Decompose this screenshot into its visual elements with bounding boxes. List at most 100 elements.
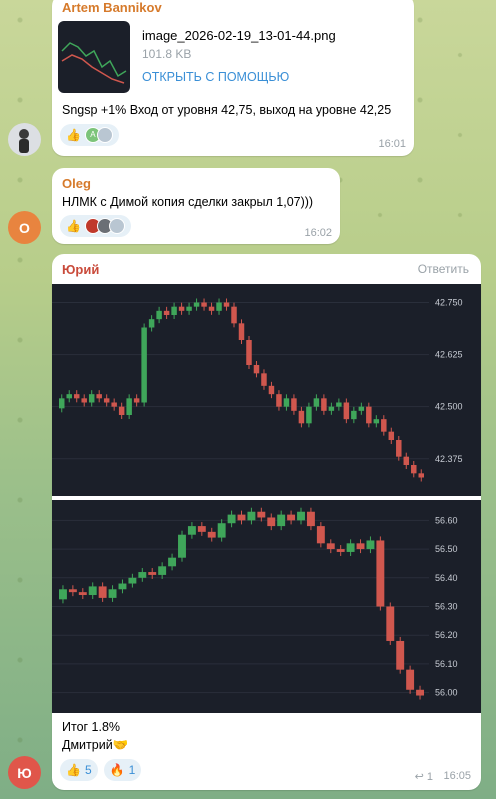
replies-indicator[interactable]: ↩ 1 (415, 770, 433, 783)
candle-body (343, 402, 350, 420)
reactor-avatar (108, 218, 125, 234)
candle-body (267, 517, 276, 527)
candle-body (351, 410, 357, 420)
message-time: 16:05 (443, 770, 471, 782)
candle-body (81, 398, 87, 403)
file-size: 101.8 KB (142, 47, 192, 61)
candle-body (246, 340, 252, 365)
candle-body (178, 306, 185, 311)
candle-body (373, 419, 380, 424)
candle-body (366, 540, 375, 550)
reply-button[interactable]: Ответить (418, 262, 469, 276)
candle-body (66, 394, 72, 399)
candle-body (237, 514, 246, 521)
candle-body (283, 398, 290, 407)
y-tick-label: 42.750 (435, 298, 463, 308)
candle-body (208, 306, 215, 311)
y-tick-label: 56.60 (435, 515, 458, 525)
candle-body (268, 385, 275, 395)
candle-body (68, 589, 77, 593)
candle-body (406, 669, 415, 690)
y-tick-label: 56.20 (435, 630, 458, 640)
sender-name[interactable]: Artem Bannikov (62, 0, 162, 15)
message-bubble-artem[interactable]: Artem Bannikov image_2026-02-19_13-01-44… (52, 0, 414, 156)
chart-nlmk[interactable]: 56.60 56.50 56.40 56.30 56.20 56.10 56.00 (52, 500, 481, 713)
candle-body (316, 526, 325, 544)
candle-body (216, 302, 222, 311)
avatar-yuri[interactable]: Ю (8, 756, 41, 789)
candle-body (287, 514, 296, 521)
candle-body (138, 572, 147, 578)
candle-body (276, 394, 282, 407)
message-bubble-oleg[interactable]: Oleg НЛМК с Димой копия сделки закрыл 1,… (52, 168, 340, 244)
candle-body (231, 306, 237, 324)
reaction-thumbs-up[interactable]: 👍 5 (60, 759, 98, 781)
candle-body (396, 440, 402, 457)
candle-body (381, 419, 387, 432)
reactions-row: 👍 5 🔥 1 (60, 759, 142, 781)
candle-body (207, 531, 216, 538)
candle-body (298, 410, 305, 424)
candle-body (163, 310, 170, 315)
candle-body (388, 431, 395, 440)
sender-name[interactable]: Юрий (62, 262, 99, 277)
candle-body (223, 302, 230, 307)
candle-body (178, 534, 186, 558)
candle-body (321, 398, 327, 411)
candle-body (168, 557, 177, 567)
sender-name[interactable]: Oleg (62, 176, 91, 191)
candle-body (148, 319, 155, 328)
candle-body (111, 402, 117, 407)
candle-body (257, 511, 266, 518)
candle-body (96, 394, 102, 399)
candle-body (376, 540, 385, 607)
candle-body (326, 543, 335, 550)
candle-body (88, 394, 95, 403)
candle-body (59, 589, 67, 600)
message-text: НЛМК с Димой копия сделки закрыл 1,07))) (62, 195, 314, 209)
candle-body (346, 543, 355, 552)
candle-body (416, 689, 424, 696)
candle-body (78, 592, 87, 596)
y-tick-label: 56.50 (435, 544, 458, 554)
file-name[interactable]: image_2026-02-19_13-01-44.png (142, 28, 336, 43)
file-thumbnail[interactable] (58, 21, 130, 93)
candlestick-chart: 56.60 56.50 56.40 56.30 56.20 56.10 56.00 (52, 507, 458, 700)
candle-body (217, 523, 226, 538)
y-tick-label: 56.30 (435, 602, 458, 612)
fire-icon: 🔥 (109, 763, 125, 777)
y-tick-label: 42.500 (435, 402, 463, 412)
candle-body (108, 589, 117, 598)
candle-body (291, 398, 297, 411)
candle-body (156, 310, 162, 320)
candle-body (261, 373, 267, 386)
candle-body (306, 511, 315, 527)
candle-body (306, 406, 312, 424)
candle-body (277, 514, 286, 527)
reactions-row: 👍 (60, 215, 131, 237)
candle-body (193, 302, 200, 307)
reaction-thumbs-up[interactable]: 👍 (60, 215, 131, 237)
avatar-artem[interactable] (8, 123, 41, 156)
candle-body (247, 511, 256, 521)
candle-body (118, 406, 125, 415)
reaction-thumbs-up[interactable]: 👍 A (60, 124, 119, 146)
avatar-oleg[interactable]: O (8, 211, 41, 244)
message-time: 16:01 (378, 138, 406, 150)
candle-body (403, 456, 410, 465)
y-tick-label: 42.625 (435, 350, 463, 360)
candlestick-chart: 42.750 42.625 42.500 42.375 (52, 298, 463, 482)
message-bubble-yuri[interactable]: Юрий Ответить 42.750 42.625 42.500 42.375 5… (52, 254, 481, 790)
candle-body (128, 577, 137, 584)
y-tick-label: 42.375 (435, 454, 463, 464)
candle-body (133, 398, 140, 403)
message-text: Sngsp +1% Вход от уровня 42,75, выход на… (62, 103, 392, 117)
reaction-fire[interactable]: 🔥 1 (103, 759, 142, 781)
candle-body (88, 586, 97, 596)
candle-body (98, 586, 107, 598)
candle-body (328, 406, 335, 411)
open-with-link[interactable]: ОТКРЫТЬ С ПОМОЩЬЮ (142, 70, 289, 84)
chart-sngsp[interactable]: 42.750 42.625 42.500 42.375 (52, 284, 481, 496)
candle-body (186, 306, 192, 311)
thumbs-up-icon: 👍 (66, 219, 81, 233)
